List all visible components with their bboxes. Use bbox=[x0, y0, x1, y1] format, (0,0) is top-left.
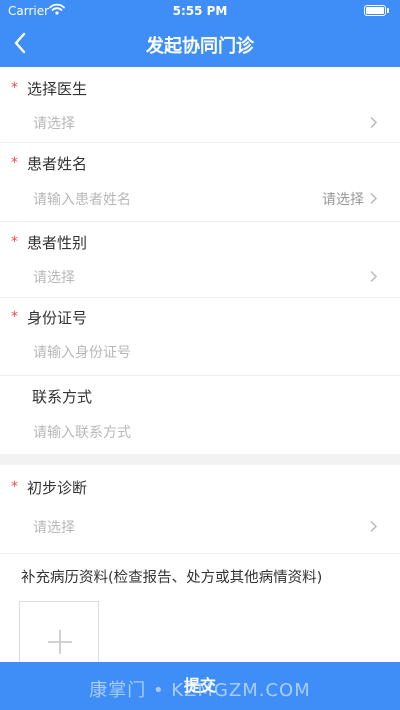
chevron-right-icon bbox=[370, 520, 378, 533]
patient-info-card: * 选择医生 请选择 * 患者姓名 请输入患者姓名 请选择 * 患者性别 请选择… bbox=[0, 67, 400, 454]
diagnosis-field[interactable]: * 初步诊断 请选择 bbox=[0, 465, 400, 553]
required-mark: * bbox=[11, 80, 18, 96]
id-number-field: * 身份证号 请输入身份证号 bbox=[0, 298, 400, 375]
contact-label: 联系方式 bbox=[32, 388, 93, 406]
doctor-field[interactable]: * 选择医生 请选择 bbox=[0, 67, 400, 142]
id-number-input[interactable]: 请输入身份证号 bbox=[33, 342, 131, 362]
plus-icon bbox=[48, 630, 72, 654]
battery-icon bbox=[364, 5, 386, 16]
submit-button[interactable]: 提交 bbox=[0, 662, 400, 710]
patient-name-label: 患者姓名 bbox=[27, 155, 88, 173]
required-mark: * bbox=[11, 479, 18, 495]
required-mark: * bbox=[11, 234, 18, 250]
doctor-label: 选择医生 bbox=[27, 80, 88, 98]
diagnosis-select[interactable]: 请选择 bbox=[33, 517, 75, 537]
status-time: 5:55 PM bbox=[172, 4, 228, 18]
patient-picker-button[interactable]: 请选择 bbox=[322, 189, 364, 209]
patient-name-field: * 患者姓名 请输入患者姓名 请选择 bbox=[0, 143, 400, 221]
divider bbox=[0, 553, 400, 554]
patient-name-input[interactable]: 请输入患者姓名 bbox=[33, 189, 131, 209]
chevron-right-icon[interactable] bbox=[369, 192, 378, 205]
nav-bar: Carrier 5:55 PM 发起协同门诊 bbox=[0, 0, 400, 67]
diagnosis-label: 初步诊断 bbox=[27, 479, 88, 497]
doctor-select[interactable]: 请选择 bbox=[33, 113, 75, 133]
required-mark: * bbox=[11, 155, 18, 171]
page-title: 发起协同门诊 bbox=[146, 36, 254, 57]
attachments-label: 补充病历资料(检查报告、处方或其他病情资料) bbox=[21, 570, 323, 586]
patient-gender-label: 患者性别 bbox=[27, 234, 88, 252]
chevron-right-icon bbox=[370, 270, 378, 283]
chevron-right-icon bbox=[370, 116, 378, 129]
patient-gender-field[interactable]: * 患者性别 请选择 bbox=[0, 222, 400, 297]
required-mark: * bbox=[11, 309, 18, 325]
contact-input[interactable]: 请输入联系方式 bbox=[33, 422, 131, 442]
id-number-label: 身份证号 bbox=[27, 309, 88, 327]
contact-field: 联系方式 请输入联系方式 bbox=[0, 376, 400, 454]
patient-gender-select[interactable]: 请选择 bbox=[33, 267, 75, 287]
battery-cap bbox=[387, 8, 389, 13]
status-bar: Carrier 5:55 PM bbox=[0, 0, 400, 22]
